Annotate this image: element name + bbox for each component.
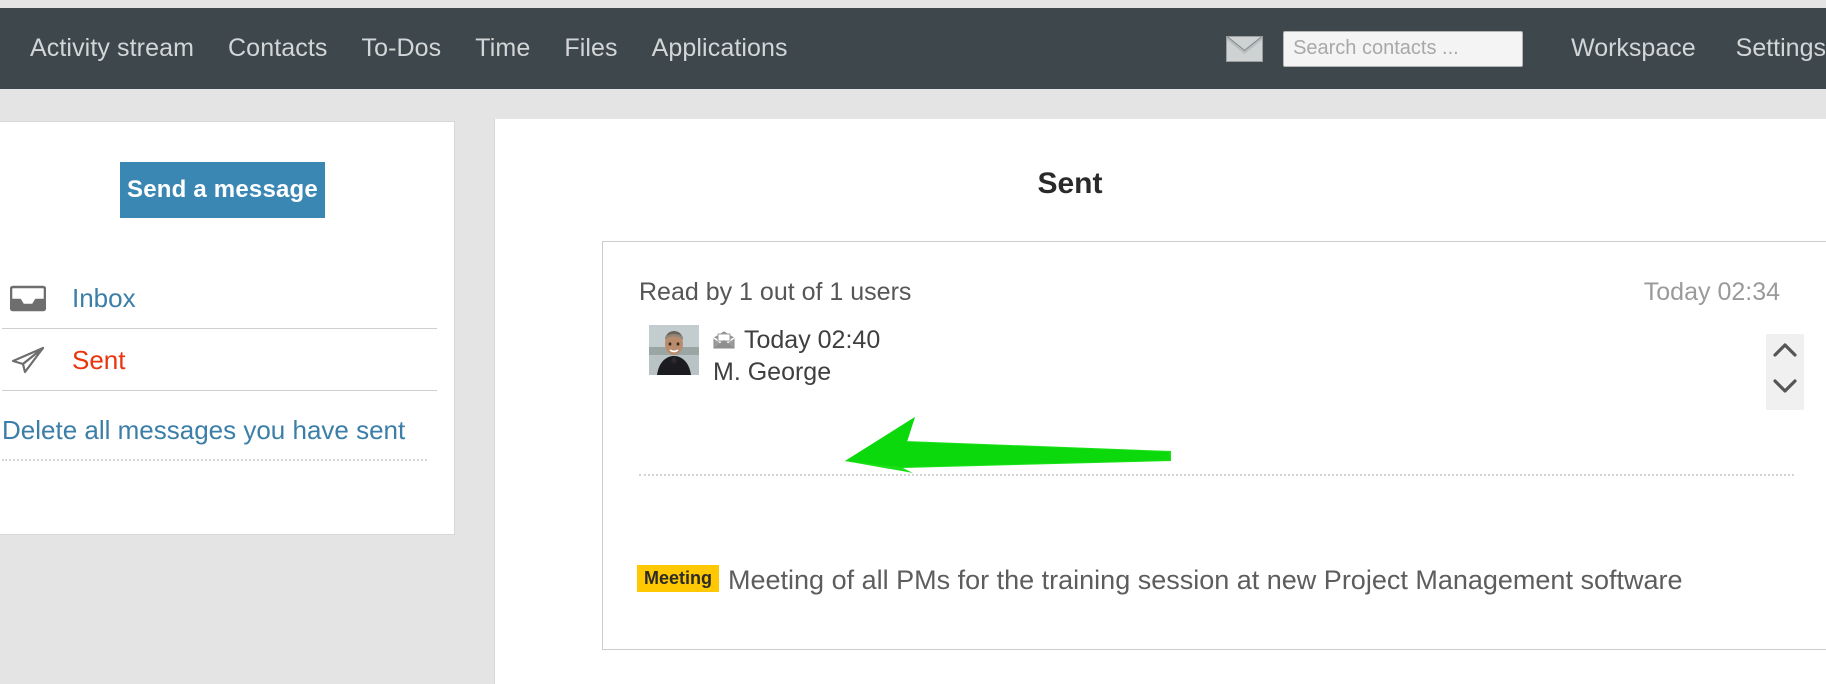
- page-title: Sent: [1037, 167, 1103, 200]
- top-navigation-bar: Activity stream Contacts To-Dos Time Fil…: [0, 8, 1826, 89]
- recipient-row: Today 02:40 M. George: [649, 325, 880, 386]
- recipient-name: M. George: [713, 358, 832, 387]
- recipient-list-scroller[interactable]: [1766, 334, 1804, 410]
- sidebar-item-inbox[interactable]: Inbox: [2, 267, 437, 329]
- nav-item-contacts[interactable]: Contacts: [211, 36, 344, 61]
- sidebar-item-sent-label: Sent: [72, 344, 126, 375]
- page-body: Send a message Inbox Sent Delete all mes…: [0, 89, 1826, 684]
- message-card-divider: [639, 474, 1794, 476]
- chevron-up-icon[interactable]: [1771, 340, 1799, 360]
- recipient-details: Today 02:40 M. George: [713, 325, 880, 386]
- user-photo-avatar: [649, 325, 699, 375]
- search-input[interactable]: [1283, 30, 1524, 67]
- sidebar-panel: Send a message Inbox Sent Delete all mes…: [0, 121, 455, 535]
- send-a-message-button[interactable]: Send a message: [120, 162, 325, 218]
- message-sent-timestamp: Today 02:34: [1643, 278, 1780, 306]
- message-body-text: Meeting of all PMs for the training sess…: [728, 565, 1683, 595]
- avatar: [649, 325, 699, 375]
- delete-all-sent-messages-link[interactable]: Delete all messages you have sent: [2, 415, 405, 446]
- sent-message-card[interactable]: Read by 1 out of 1 users Today 02:34 Tod…: [602, 241, 1826, 650]
- sidebar-item-inbox-label: Inbox: [72, 282, 136, 313]
- nav-item-files[interactable]: Files: [547, 36, 634, 61]
- nav-item-applications[interactable]: Applications: [635, 36, 805, 61]
- recipient-read-line: Today 02:40: [713, 327, 880, 353]
- nav-item-to-dos[interactable]: To-Dos: [345, 36, 459, 61]
- nav-item-activity-stream[interactable]: Activity stream: [30, 36, 211, 61]
- delete-link-underline: [2, 459, 427, 461]
- message-body: Meeting Meeting of all PMs for the traini…: [637, 560, 1777, 602]
- envelope-icon[interactable]: [1226, 35, 1264, 62]
- nav-item-time[interactable]: Time: [458, 36, 547, 61]
- read-by-status: Read by 1 out of 1 users: [639, 278, 912, 306]
- paper-plane-icon: [11, 346, 45, 373]
- sidebar-item-sent[interactable]: Sent: [2, 329, 437, 391]
- open-envelope-icon: [713, 331, 735, 349]
- nav-item-settings[interactable]: Settings: [1716, 34, 1826, 63]
- message-category-badge: Meeting: [637, 565, 720, 592]
- top-bar-right-group: Workspace Settings: [1226, 8, 1826, 89]
- nav-item-workspace[interactable]: Workspace: [1551, 34, 1716, 63]
- recipient-read-time: Today 02:40: [744, 326, 881, 354]
- chevron-down-icon[interactable]: [1771, 376, 1799, 396]
- folder-list: Inbox Sent: [2, 267, 437, 391]
- main-nav-links: Activity stream Contacts To-Dos Time Fil…: [30, 36, 805, 61]
- inbox-tray-icon: [10, 285, 46, 311]
- main-content-panel: Sent Read by 1 out of 1 users Today 02:3…: [494, 119, 1826, 684]
